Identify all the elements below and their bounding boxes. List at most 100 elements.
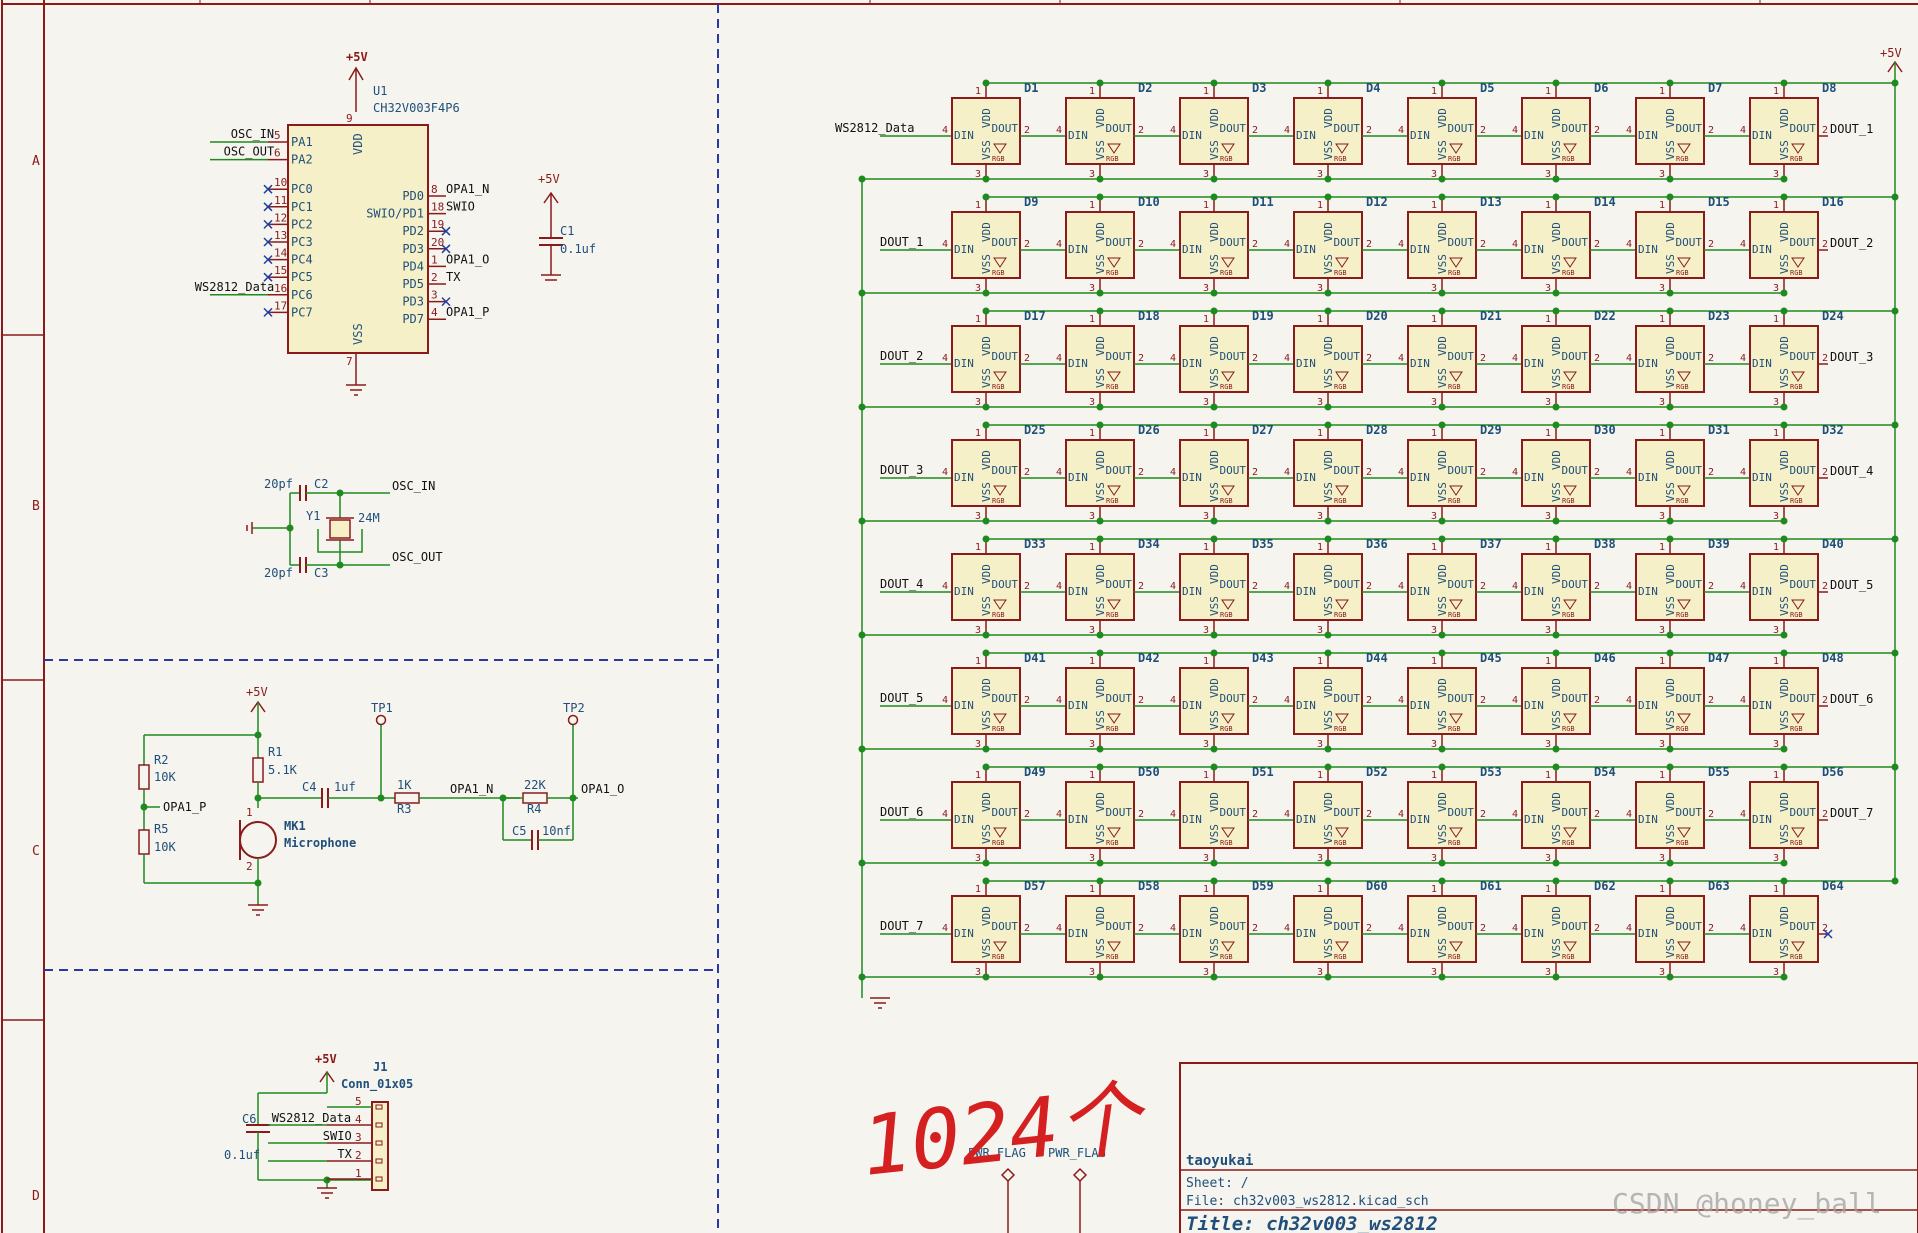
svg-text:3: 3 bbox=[1431, 625, 1437, 636]
led-ref: D22 bbox=[1594, 309, 1616, 323]
svg-text:3: 3 bbox=[1203, 397, 1209, 408]
svg-text:RGB: RGB bbox=[1220, 383, 1233, 391]
svg-text:DIN: DIN bbox=[1068, 585, 1088, 598]
svg-text:DOUT: DOUT bbox=[1220, 122, 1247, 135]
pin-number: 4 bbox=[355, 1113, 362, 1126]
svg-text:DOUT: DOUT bbox=[992, 122, 1019, 135]
svg-text:4: 4 bbox=[1740, 809, 1746, 820]
svg-text:2: 2 bbox=[1366, 923, 1372, 934]
led-ref: D50 bbox=[1138, 765, 1160, 779]
svg-text:4: 4 bbox=[1740, 581, 1746, 592]
svg-text:3: 3 bbox=[1659, 739, 1665, 750]
svg-text:DIN: DIN bbox=[1752, 927, 1772, 940]
svg-text:4: 4 bbox=[1056, 923, 1062, 934]
svg-text:RGB: RGB bbox=[1220, 611, 1233, 619]
svg-text:4: 4 bbox=[1512, 695, 1518, 706]
mk1-pin2: 2 bbox=[246, 860, 253, 873]
led-ref: D20 bbox=[1366, 309, 1388, 323]
svg-text:3: 3 bbox=[1545, 739, 1551, 750]
svg-text:4: 4 bbox=[1056, 695, 1062, 706]
svg-text:DIN: DIN bbox=[954, 585, 974, 598]
svg-text:2: 2 bbox=[1252, 923, 1258, 934]
svg-text:3: 3 bbox=[1089, 625, 1095, 636]
led-ref: D64 bbox=[1822, 879, 1844, 893]
svg-text:1: 1 bbox=[1089, 770, 1095, 781]
svg-text:4: 4 bbox=[942, 809, 948, 820]
svg-text:DOUT: DOUT bbox=[1562, 236, 1589, 249]
svg-text:1: 1 bbox=[1773, 542, 1779, 553]
svg-text:DIN: DIN bbox=[1296, 813, 1316, 826]
pin-number: 18 bbox=[431, 201, 444, 214]
svg-text:DIN: DIN bbox=[1752, 243, 1772, 256]
svg-text:RGB: RGB bbox=[992, 383, 1005, 391]
svg-text:DOUT: DOUT bbox=[1106, 578, 1133, 591]
svg-text:DOUT: DOUT bbox=[1790, 464, 1817, 477]
svg-text:3: 3 bbox=[1317, 283, 1323, 294]
svg-text:4: 4 bbox=[1170, 239, 1176, 250]
pin-name: PA2 bbox=[291, 153, 313, 167]
svg-text:4: 4 bbox=[1740, 695, 1746, 706]
pin-name: PD3 bbox=[402, 242, 424, 256]
svg-text:DIN: DIN bbox=[954, 927, 974, 940]
svg-text:3: 3 bbox=[1089, 169, 1095, 180]
led-ref: D16 bbox=[1822, 195, 1844, 209]
svg-text:2: 2 bbox=[1708, 467, 1714, 478]
svg-text:2: 2 bbox=[1708, 809, 1714, 820]
svg-text:RGB: RGB bbox=[1220, 953, 1233, 961]
row-label-c: C bbox=[32, 844, 40, 859]
svg-text:4: 4 bbox=[1284, 923, 1290, 934]
svg-text:2: 2 bbox=[1708, 125, 1714, 136]
svg-text:DIN: DIN bbox=[1068, 927, 1088, 940]
svg-text:2: 2 bbox=[1138, 125, 1144, 136]
svg-text:1: 1 bbox=[1203, 656, 1209, 667]
svg-text:RGB: RGB bbox=[1448, 839, 1461, 847]
svg-text:DIN: DIN bbox=[1752, 471, 1772, 484]
svg-text:DIN: DIN bbox=[954, 699, 974, 712]
led-ref: D1 bbox=[1024, 81, 1038, 95]
net-label: OPA1_N bbox=[446, 182, 489, 196]
svg-text:RGB: RGB bbox=[1676, 611, 1689, 619]
svg-text:4: 4 bbox=[1056, 581, 1062, 592]
svg-text:RGB: RGB bbox=[1334, 155, 1347, 163]
led-ref: D10 bbox=[1138, 195, 1160, 209]
svg-text:4: 4 bbox=[1626, 923, 1632, 934]
svg-text:2: 2 bbox=[1708, 695, 1714, 706]
svg-text:4: 4 bbox=[1170, 467, 1176, 478]
svg-text:4: 4 bbox=[1512, 125, 1518, 136]
svg-text:DOUT: DOUT bbox=[1448, 920, 1475, 933]
svg-text:3: 3 bbox=[1317, 853, 1323, 864]
svg-text:3: 3 bbox=[1203, 169, 1209, 180]
svg-text:3: 3 bbox=[1317, 397, 1323, 408]
row-output-label: DOUT_5 bbox=[1830, 578, 1873, 592]
c2-ref: C2 bbox=[314, 477, 328, 491]
mk1-pin1: 1 bbox=[246, 806, 253, 819]
r3-ref: R3 bbox=[397, 802, 411, 816]
svg-text:1: 1 bbox=[1203, 542, 1209, 553]
led-ref: D27 bbox=[1252, 423, 1274, 437]
svg-text:DIN: DIN bbox=[954, 243, 974, 256]
svg-text:1: 1 bbox=[1089, 884, 1095, 895]
svg-text:3: 3 bbox=[1317, 169, 1323, 180]
j1-power-label: +5V bbox=[315, 1052, 337, 1066]
led-ref: D52 bbox=[1366, 765, 1388, 779]
svg-text:RGB: RGB bbox=[1334, 953, 1347, 961]
svg-text:DOUT: DOUT bbox=[1220, 464, 1247, 477]
svg-text:DOUT: DOUT bbox=[1448, 122, 1475, 135]
led-ref: D4 bbox=[1366, 81, 1380, 95]
svg-text:1: 1 bbox=[1203, 428, 1209, 439]
pin-number: 5 bbox=[355, 1095, 362, 1108]
svg-text:4: 4 bbox=[1626, 239, 1632, 250]
svg-text:RGB: RGB bbox=[1448, 611, 1461, 619]
mcu-value: CH32V003F4P6 bbox=[373, 101, 460, 115]
pin-number: 3 bbox=[431, 289, 438, 302]
svg-text:DOUT: DOUT bbox=[1448, 236, 1475, 249]
svg-text:3: 3 bbox=[1659, 511, 1665, 522]
svg-text:RGB: RGB bbox=[1106, 611, 1119, 619]
svg-text:4: 4 bbox=[1626, 695, 1632, 706]
svg-text:RGB: RGB bbox=[1676, 383, 1689, 391]
schematic-canvas[interactable]: A B C D +5V 9 U1 CH32V003F4P6 VDD VSS 7 … bbox=[0, 0, 1918, 1233]
schematic-drawing[interactable]: A B C D +5V 9 U1 CH32V003F4P6 VDD VSS 7 … bbox=[0, 0, 1918, 1233]
svg-text:3: 3 bbox=[1659, 169, 1665, 180]
svg-text:DIN: DIN bbox=[1182, 813, 1202, 826]
svg-text:RGB: RGB bbox=[1676, 839, 1689, 847]
